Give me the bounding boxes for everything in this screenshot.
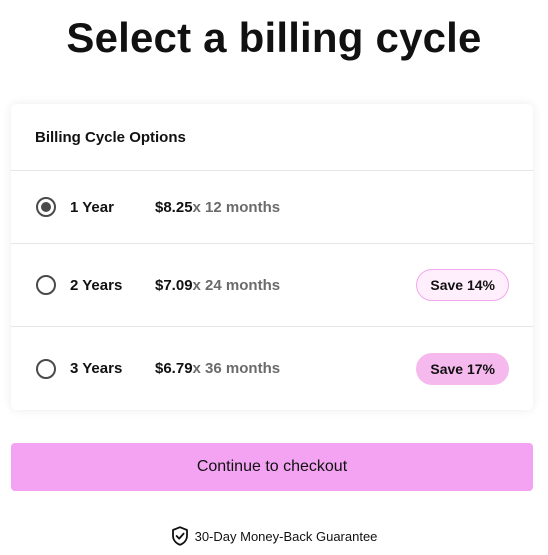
option-price: $8.25 [155, 198, 193, 216]
shield-check-icon [171, 526, 188, 546]
billing-page: Select a billing cycle Billing Cycle Opt… [0, 0, 548, 555]
card-header: Billing Cycle Options [11, 104, 533, 171]
money-back-guarantee: 30-Day Money-Back Guarantee [0, 526, 548, 546]
option-months: x 36 months [192, 360, 281, 377]
radio-button[interactable] [36, 275, 56, 295]
option-label: 3 Years [70, 360, 123, 377]
radio-button-selected[interactable] [36, 197, 56, 217]
option-label: 2 Years [70, 276, 123, 294]
page-title: Select a billing cycle [66, 14, 482, 61]
option-price: $7.09 [155, 276, 193, 294]
option-price-line: $6.79x 36 months [155, 360, 280, 377]
guarantee-text: 30-Day Money-Back Guarantee [194, 528, 378, 544]
option-months: x 24 months [192, 276, 281, 294]
billing-options-card: Billing Cycle Options 1 Year $8.25x 12 m… [11, 104, 533, 410]
billing-option-3-years[interactable]: 3 Years $6.79x 36 months Save 17% [11, 327, 533, 410]
option-price: $6.79 [155, 360, 193, 377]
option-price-line: $8.25x 12 months [155, 199, 280, 216]
option-label: 1 Year [70, 198, 114, 216]
save-badge: Save 14% [416, 269, 509, 301]
radio-button[interactable] [36, 358, 56, 379]
save-badge: Save 17% [416, 352, 509, 385]
billing-option-2-years[interactable]: 2 Years $7.09x 24 months Save 14% [11, 244, 533, 327]
option-price-line: $7.09x 24 months [155, 277, 280, 294]
option-months: x 12 months [192, 198, 281, 216]
continue-to-checkout-button[interactable]: Continue to checkout [11, 443, 533, 491]
radio-dot [41, 202, 51, 212]
billing-option-1-year[interactable]: 1 Year $8.25x 12 months [11, 171, 533, 244]
